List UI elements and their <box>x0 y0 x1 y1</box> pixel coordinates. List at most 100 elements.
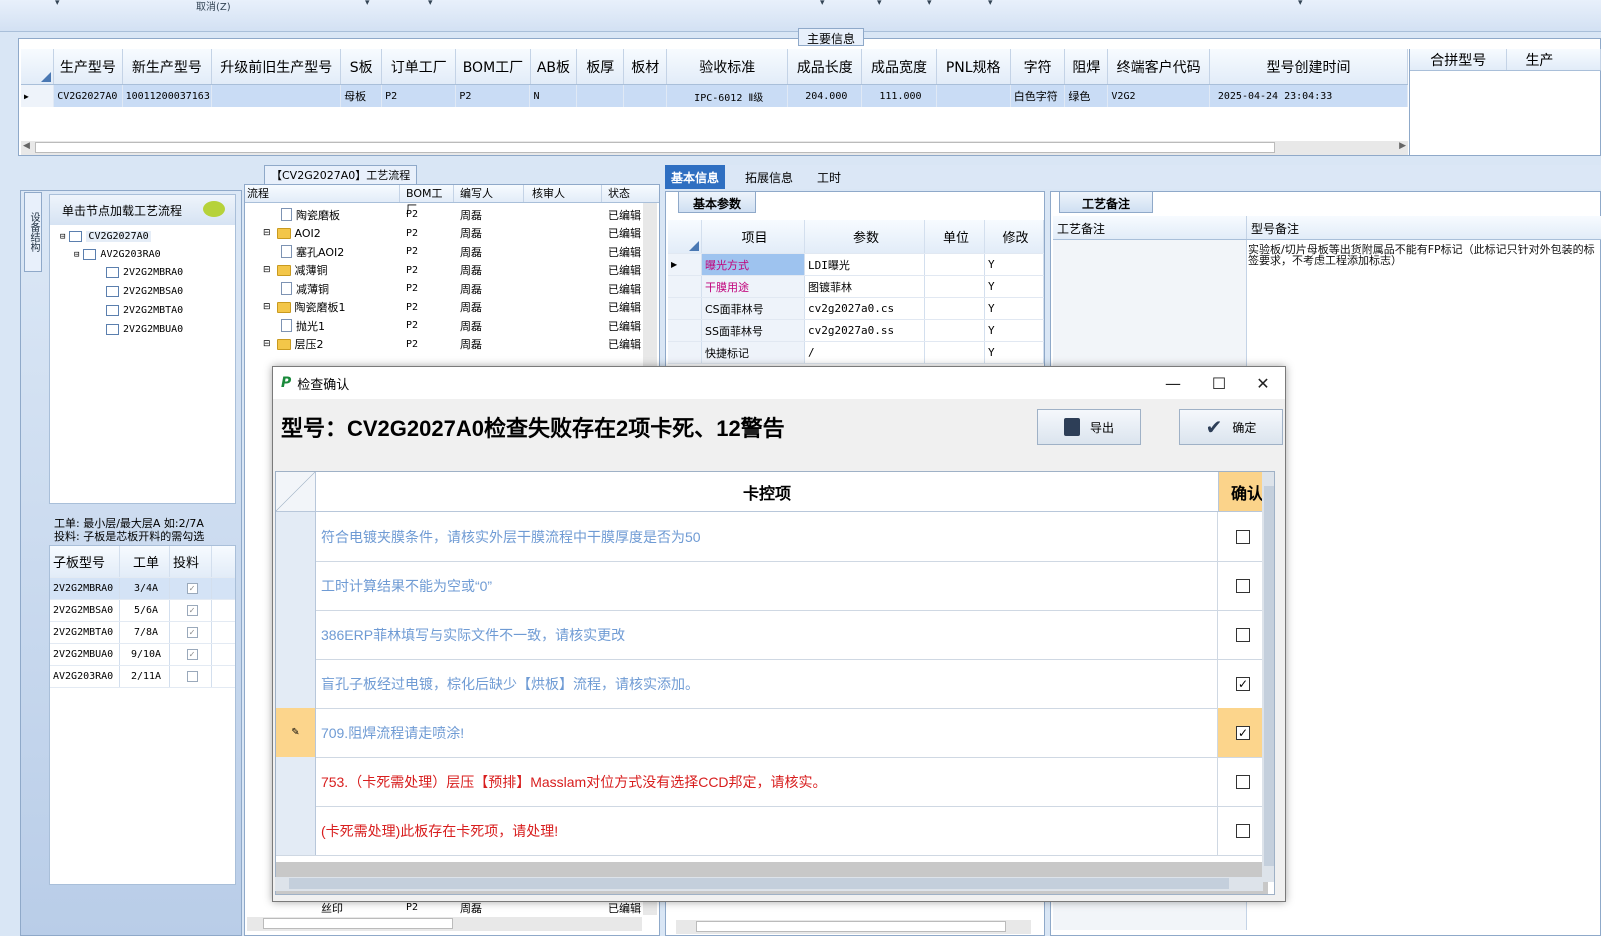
row-selector[interactable]: ▶ <box>668 254 702 275</box>
param-edit[interactable]: Y <box>985 276 1044 297</box>
maximize-icon[interactable]: ☐ <box>1199 367 1239 399</box>
table-cell[interactable]: 204.000 <box>788 85 863 107</box>
col-header[interactable]: 合拼型号 <box>1410 49 1508 70</box>
confirm-checkbox[interactable] <box>1236 627 1251 642</box>
check-row[interactable]: 753.（卡死需处理）层压【预排】Masslam对位方式没有选择CCD邦定，请核… <box>276 757 1268 807</box>
table-cell[interactable]: 绿色 <box>1065 85 1109 107</box>
table-cell[interactable] <box>937 85 1011 107</box>
row-selector[interactable] <box>668 276 702 297</box>
control-item-text[interactable]: 工时计算结果不能为空或“0” <box>316 561 1219 610</box>
tab-structure[interactable]: 设备结构 <box>24 192 42 272</box>
check-row[interactable]: 工时计算结果不能为空或“0” <box>276 561 1268 611</box>
collapse-icon[interactable]: ⊟ <box>263 302 271 312</box>
child-model[interactable]: 2V2G2MBUA0 <box>50 644 120 665</box>
confirm-checkbox[interactable]: ✓ <box>1236 676 1251 691</box>
table-cell[interactable]: N <box>530 85 578 107</box>
child-order[interactable]: 2/11A <box>120 666 170 687</box>
horizontal-scrollbar[interactable] <box>247 917 642 931</box>
check-row[interactable]: 盲孔子板经过电镀，棕化后缺少【烘板】流程，请核实添加。 ✓ <box>276 659 1268 709</box>
dropdown-arrow-icon[interactable]: ▾ <box>1298 0 1303 8</box>
cancel-label[interactable]: 取消(Z) <box>196 0 231 13</box>
dropdown-arrow-icon[interactable]: ▾ <box>988 0 993 8</box>
row-selector[interactable]: ✎ <box>276 708 316 757</box>
close-icon[interactable]: ✕ <box>1243 367 1283 399</box>
child-model[interactable]: 2V2G2MBSA0 <box>50 600 120 621</box>
check-row[interactable]: 符合电镀夹膜条件，请核实外层干膜流程中干膜厚度是否为50 <box>276 512 1268 562</box>
export-button[interactable]: 导出 <box>1037 409 1141 445</box>
param-value[interactable]: cv2g2027a0.ss <box>805 320 925 341</box>
row-selector[interactable] <box>276 610 316 659</box>
dropdown-arrow-icon[interactable]: ▾ <box>365 0 370 8</box>
horizontal-scrollbar[interactable] <box>676 920 1031 934</box>
child-order[interactable]: 9/10A <box>120 644 170 665</box>
scrollbar-thumb[interactable] <box>289 878 1229 889</box>
table-row[interactable]: 2V2G2MBTA0 7/8A ✓ <box>50 622 235 644</box>
col-header[interactable]: 核审人 <box>524 185 602 202</box>
comment-icon[interactable] <box>203 201 225 217</box>
tab-work-hours[interactable]: 工时 <box>811 165 847 189</box>
confirm-checkbox[interactable] <box>1236 774 1251 789</box>
param-value[interactable]: cv2g2027a0.cs <box>805 298 925 319</box>
tree-node[interactable]: ⊟ CV2G2027A0 <box>60 231 151 242</box>
table-cell[interactable]: CV2G2027A0 <box>54 85 123 107</box>
param-value[interactable]: LDI曝光 <box>805 254 925 275</box>
dropdown-arrow-icon[interactable]: ▾ <box>927 0 932 8</box>
scrollbar-thumb[interactable] <box>696 921 1006 932</box>
check-row[interactable]: (卡死需处理)此板存在卡死项，请处理! <box>276 806 1268 856</box>
param-edit[interactable]: Y <box>985 254 1044 275</box>
confirm-button[interactable]: ✔ 确定 <box>1179 409 1283 445</box>
param-edit[interactable]: Y <box>985 342 1044 363</box>
col-header[interactable]: 生产型号 <box>54 49 123 84</box>
control-item-text[interactable]: 符合电镀夹膜条件，请核实外层干膜流程中干膜厚度是否为50 <box>316 512 1219 561</box>
param-item[interactable]: SS面菲林号 <box>702 320 805 341</box>
col-header[interactable]: BOM工厂 <box>400 185 454 216</box>
col-header[interactable]: BOM工厂 <box>456 49 531 84</box>
param-row[interactable]: 干膜用途 图镀菲林 Y <box>668 276 1044 298</box>
param-row[interactable]: SS面菲林号 cv2g2027a0.ss Y <box>668 320 1044 342</box>
col-header[interactable]: 成品长度 <box>788 49 863 84</box>
col-header[interactable]: 板材 <box>624 49 668 84</box>
col-header[interactable]: 板厚 <box>577 49 625 84</box>
minimize-icon[interactable]: — <box>1153 367 1193 399</box>
scrollbar-thumb[interactable] <box>1264 486 1274 866</box>
feed-checkbox[interactable]: ✓ <box>186 627 198 638</box>
tree-node[interactable]: 2V2G2MBTA0 <box>106 305 183 316</box>
table-row[interactable]: AV2G203RA0 2/11A <box>50 666 235 688</box>
process-row[interactable]: 陶瓷磨板 P2 周磊 已编辑 <box>245 205 655 224</box>
col-header[interactable]: 状态 <box>602 185 642 202</box>
col-header[interactable]: 终端客户代码 <box>1108 49 1210 84</box>
param-unit[interactable] <box>925 276 985 297</box>
table-row[interactable]: 2V2G2MBUA0 9/10A ✓ <box>50 644 235 666</box>
scrollbar-thumb[interactable] <box>35 142 1275 153</box>
col-header[interactable]: 流程 <box>245 185 400 202</box>
param-value[interactable]: / <box>805 342 925 363</box>
col-header[interactable]: 修改 <box>985 220 1044 253</box>
control-item-text[interactable]: 盲孔子板经过电镀，棕化后缺少【烘板】流程，请核实添加。 <box>316 659 1219 708</box>
col-header[interactable]: S板 <box>341 49 383 84</box>
param-item[interactable]: CS面菲林号 <box>702 298 805 319</box>
param-value[interactable]: 图镀菲林 <box>805 276 925 297</box>
col-header[interactable]: 投料 <box>170 546 212 577</box>
param-row[interactable]: CS面菲林号 cv2g2027a0.cs Y <box>668 298 1044 320</box>
control-item-text[interactable]: 386ERP菲林填写与实际文件不一致，请核实更改 <box>316 610 1219 659</box>
tab-extended-info[interactable]: 拓展信息 <box>739 165 799 189</box>
dropdown-arrow-icon[interactable]: ▾ <box>820 0 825 8</box>
param-item[interactable]: 曝光方式 <box>702 254 805 275</box>
param-unit[interactable] <box>925 254 985 275</box>
col-header[interactable]: 型号备注 <box>1247 216 1601 239</box>
row-selector[interactable] <box>276 806 316 855</box>
col-header[interactable]: 订单工厂 <box>382 49 457 84</box>
table-cell[interactable]: P2 <box>456 85 531 107</box>
col-header[interactable]: 工艺备注 <box>1053 216 1247 239</box>
col-header-control[interactable]: 卡控项 <box>316 472 1219 512</box>
child-order[interactable]: 3/4A <box>120 578 170 599</box>
tab-basic-params[interactable]: 基本参数 <box>678 191 757 213</box>
control-item-text[interactable]: 709.阻焊流程请走喷涂! <box>316 708 1219 757</box>
table-cell[interactable]: 2025-04-24 23:04:33 <box>1210 85 1408 107</box>
col-header[interactable]: 工单 <box>120 546 170 577</box>
vertical-scrollbar[interactable] <box>1262 472 1274 882</box>
table-cell[interactable]: V2G2 <box>1108 85 1210 107</box>
col-header[interactable]: 成品宽度 <box>862 49 937 84</box>
tree-node[interactable]: ⊟ AV2G203RA0 <box>74 249 161 260</box>
row-selector[interactable] <box>668 342 702 363</box>
